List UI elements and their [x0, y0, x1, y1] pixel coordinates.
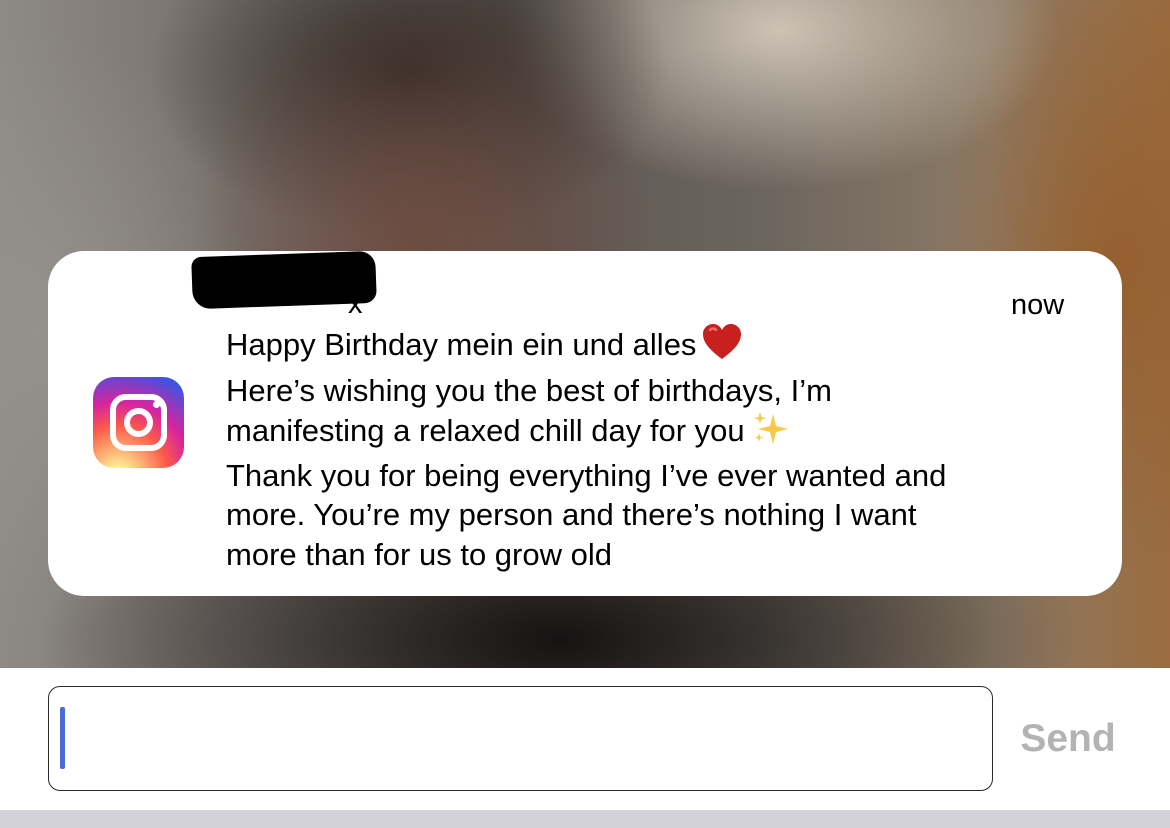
message-line: more. You’re my person and there’s nothi… [226, 497, 917, 532]
send-button[interactable]: Send [1005, 712, 1131, 766]
lock-screen: x now Happy Birthday mein ein und alles … [0, 0, 1170, 828]
message-line: more than for us to grow old [226, 536, 612, 572]
notification-message: Happy Birthday mein ein und alles Here’s… [226, 323, 1086, 574]
message-line: manifesting a relaxed chill day for you [226, 410, 1086, 456]
red-heart-emoji [702, 323, 742, 371]
instagram-icon [93, 377, 184, 468]
sender-redaction [191, 250, 377, 310]
text-caret [60, 707, 65, 769]
message-line: Here’s wishing you the best of birthdays… [226, 372, 832, 408]
notification-timestamp: now [1011, 289, 1065, 321]
message-line: Thank you for being everything I’ve ever… [226, 457, 947, 493]
keyboard-top-edge [0, 810, 1170, 828]
message-line: Happy Birthday mein ein und alles [226, 323, 1086, 371]
reply-input[interactable] [48, 686, 993, 791]
sparkles-emoji [751, 410, 791, 456]
